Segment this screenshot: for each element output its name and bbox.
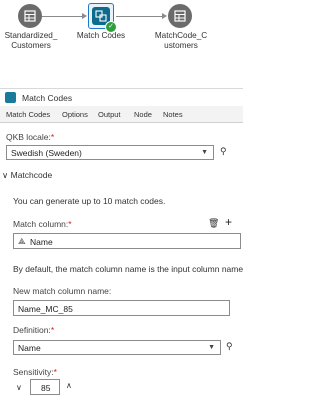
- sensitivity-label-text: Sensitivity:: [13, 367, 54, 377]
- standardized-customers-node[interactable]: [18, 4, 42, 28]
- definition-select[interactable]: Name ▼: [13, 340, 221, 355]
- tab-match-codes[interactable]: Match Codes: [6, 110, 50, 119]
- qkb-locale-select[interactable]: Swedish (Sweden) ▼: [6, 145, 214, 160]
- chevron-down-icon: ▼: [201, 149, 208, 156]
- new-match-column-name-input[interactable]: Name_MC_85: [13, 300, 230, 316]
- binoculars-icon[interactable]: ⚲: [220, 146, 227, 157]
- match-codes-panel-icon: [5, 92, 16, 103]
- column-type-icon: ⟁: [18, 236, 26, 246]
- matchcode-section-header[interactable]: ∨ Matchcode: [2, 170, 52, 181]
- required-mark: *: [68, 219, 72, 229]
- table-icon: [24, 10, 36, 22]
- table-icon: [174, 10, 186, 22]
- qkb-locale-value: Swedish (Sweden): [11, 148, 82, 158]
- tab-options[interactable]: Options: [62, 110, 88, 119]
- matchcode-info: You can generate up to 10 match codes.: [13, 196, 166, 206]
- tab-output[interactable]: Output: [98, 110, 121, 119]
- sensitivity-increase-button[interactable]: ∧: [66, 381, 72, 390]
- node-label-line: ustomers: [164, 41, 198, 50]
- definition-label: Definition:*: [13, 325, 54, 335]
- matchcode-customers-node[interactable]: [168, 4, 192, 28]
- qkb-locale-label: QKB locale:*: [6, 132, 54, 142]
- trash-icon[interactable]: 🗑: [208, 218, 219, 229]
- panel-title: Match Codes: [22, 93, 73, 103]
- sensitivity-label: Sensitivity:*: [13, 367, 57, 377]
- tab-node[interactable]: Node: [134, 110, 152, 119]
- qkb-locale-label-text: QKB locale:: [6, 132, 51, 142]
- tab-bar: Match Codes Options Output Node Notes: [0, 106, 243, 123]
- default-name-note: By default, the match column name is the…: [13, 264, 243, 274]
- panel-header: Match Codes: [0, 88, 243, 105]
- chevron-down-icon: ∨: [2, 170, 9, 180]
- binoculars-icon[interactable]: ⚲: [226, 341, 233, 352]
- match-column-label-text: Match column:: [13, 219, 69, 229]
- flow-arrow: [82, 13, 87, 19]
- sensitivity-decrease-button[interactable]: ∨: [16, 383, 22, 392]
- matchcode-section-label: Matchcode: [10, 170, 53, 180]
- match-column-label: Match column:*: [13, 219, 72, 229]
- required-mark: *: [50, 132, 55, 142]
- node-label-line: Match Codes: [76, 31, 126, 40]
- definition-value: Name: [18, 343, 41, 353]
- node-label-matchcode-customers: MatchCode_C ustomers: [148, 31, 214, 51]
- flow-connector: [116, 16, 164, 17]
- flow-connector: [42, 16, 84, 17]
- sensitivity-input[interactable]: 85: [30, 379, 60, 395]
- node-label-match-codes: Match Codes: [70, 31, 132, 41]
- new-match-column-name-value: Name_MC_85: [18, 304, 73, 314]
- node-label-line: Customers: [11, 41, 51, 50]
- tab-notes[interactable]: Notes: [163, 110, 183, 119]
- required-mark: *: [53, 367, 57, 377]
- flow-arrow: [162, 13, 167, 19]
- required-mark: *: [50, 325, 55, 335]
- match-column-value: Name: [30, 237, 53, 247]
- node-label-standardized-customers: Standardized_ Customers: [0, 31, 62, 51]
- definition-label-text: Definition:: [13, 325, 51, 335]
- match-column-field[interactable]: ⟁ Name: [13, 233, 241, 249]
- chevron-down-icon: ▼: [208, 344, 215, 351]
- flow-canvas: Standardized_ Customers ✓ Match Codes Ma…: [0, 0, 243, 82]
- sensitivity-value: 85: [41, 383, 51, 393]
- node-label-line: Standardized_: [4, 31, 58, 40]
- plus-icon[interactable]: +: [225, 215, 232, 229]
- node-label-line: MatchCode_C: [154, 31, 208, 40]
- new-match-column-name-label: New match column name:: [13, 286, 112, 296]
